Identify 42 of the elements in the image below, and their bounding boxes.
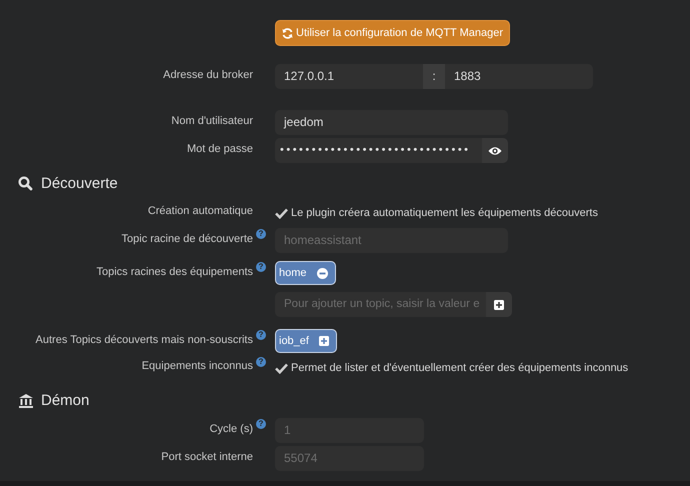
field-label: Adresse du broker <box>163 69 253 81</box>
text-field[interactable]: homeassistant <box>275 228 508 253</box>
help-badge[interactable]: ? <box>256 262 266 272</box>
field-label: Topics racines des équipements <box>96 266 253 278</box>
search-icon <box>18 176 34 192</box>
number-field[interactable]: 55074 <box>275 446 424 471</box>
checkbox-label: Le plugin créera automatiquement les équipements découverts <box>291 207 598 219</box>
field-label: Equipements inconnus <box>142 360 253 372</box>
help-badge[interactable]: ? <box>256 357 266 367</box>
section-heading: Démon <box>41 392 90 409</box>
field-label: Nom d'utilisateur <box>171 115 253 127</box>
field-label: Autres Topics découverts mais non-souscrits <box>36 334 253 346</box>
refresh-icon <box>282 28 293 38</box>
field-label: Mot de passe <box>186 143 253 155</box>
password-field[interactable]: •••••••••••••••••••••••••••••• <box>275 138 482 163</box>
topic-tag[interactable]: iob_ef <box>275 329 337 353</box>
topic-input-field[interactable]: Pour ajouter un topic, saisir la valeur e <box>275 292 486 317</box>
host-field[interactable]: 127.0.0.1 <box>275 64 423 89</box>
minus-circle-icon <box>316 268 328 278</box>
help-badge[interactable]: ? <box>256 419 266 429</box>
separator-addon: : <box>423 64 445 89</box>
checkbox[interactable] <box>275 362 288 374</box>
help-badge[interactable]: ? <box>256 330 266 340</box>
section-heading: Découverte <box>41 175 118 192</box>
plus-square-icon <box>318 336 329 346</box>
topic-tag[interactable]: home <box>275 261 336 285</box>
checkbox-label: Permet de lister et d'éventuellement créer des équipements inconnus <box>291 362 628 374</box>
sync-config-button[interactable]: Utiliser la configuration de MQTT Manager <box>275 20 510 46</box>
bank-icon <box>18 392 34 408</box>
add-topic-button[interactable] <box>486 292 512 317</box>
field-label: Port socket interne <box>161 451 253 463</box>
eye-icon <box>488 146 502 156</box>
help-badge[interactable]: ? <box>256 229 266 239</box>
plus-square-icon <box>494 300 504 310</box>
text-field[interactable]: jeedom <box>275 110 508 135</box>
field-label: Cycle (s) <box>210 423 253 435</box>
number-field[interactable]: 1 <box>275 418 424 443</box>
port-field[interactable]: 1883 <box>445 64 593 89</box>
checkbox[interactable] <box>275 206 288 220</box>
field-label: Création automatique <box>148 205 253 217</box>
show-password-button[interactable] <box>482 138 508 163</box>
field-label: Topic racine de découverte <box>122 233 253 245</box>
